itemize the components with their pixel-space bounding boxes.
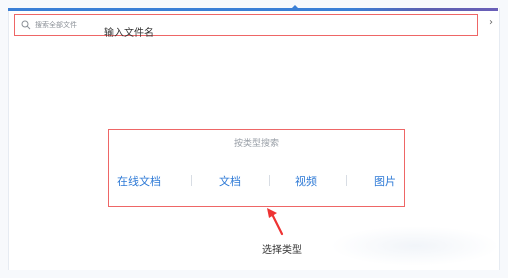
type-online-doc[interactable]: 在线文档 bbox=[117, 173, 161, 189]
type-separator bbox=[191, 175, 192, 186]
search-box bbox=[14, 14, 478, 36]
type-separator bbox=[269, 175, 270, 186]
type-search-title: 按类型搜索 bbox=[233, 139, 279, 149]
type-search-box: 按类型搜索 在线文档 文档 视频 图片 bbox=[108, 129, 405, 207]
type-separator bbox=[346, 175, 347, 186]
search-annotation-label: 输入文件名 bbox=[104, 28, 154, 39]
type-annotation-label: 选择类型 bbox=[262, 245, 302, 256]
close-icon[interactable]: › bbox=[489, 17, 493, 28]
search-input[interactable] bbox=[35, 17, 455, 33]
top-accent-bar bbox=[8, 8, 498, 11]
type-image[interactable]: 图片 bbox=[374, 173, 396, 189]
type-video[interactable]: 视频 bbox=[295, 173, 317, 189]
watermark-haze bbox=[330, 226, 500, 266]
search-icon[interactable] bbox=[21, 20, 31, 30]
type-doc[interactable]: 文档 bbox=[219, 173, 241, 189]
arrow-annotation-icon bbox=[267, 208, 284, 236]
top-bar-notch bbox=[291, 5, 299, 9]
